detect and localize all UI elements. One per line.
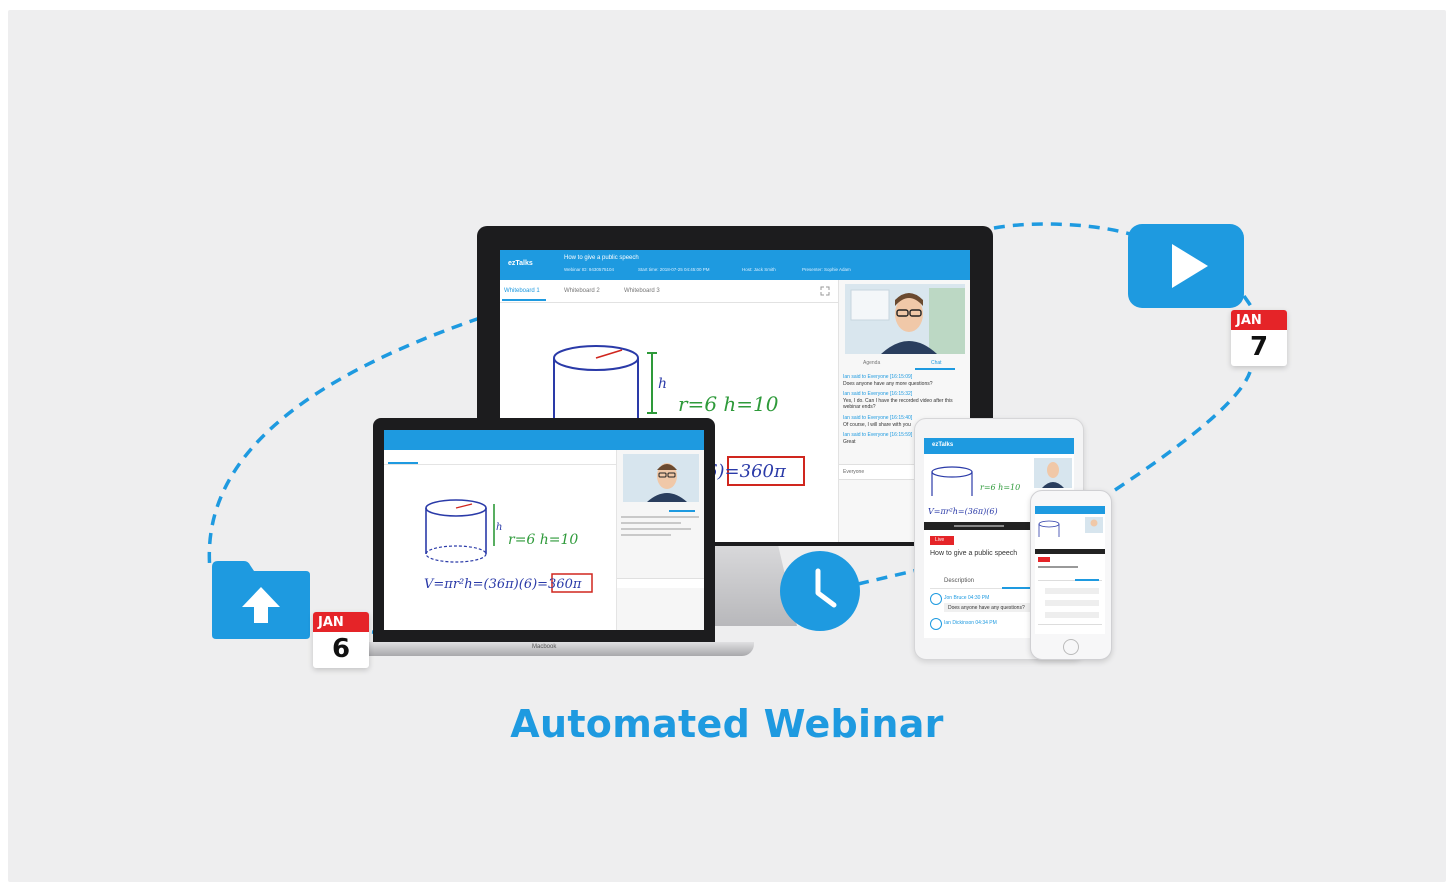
user-avatar (930, 593, 942, 605)
play-video-icon (1128, 224, 1244, 308)
tab-agenda[interactable]: Agenda (863, 360, 880, 366)
chat-meta: Ian said to Everyone [16:15:32] (843, 391, 913, 397)
chat-meta: Ian said to Everyone [16:15:40] (843, 415, 913, 421)
headline: Automated Webinar (510, 702, 944, 746)
fullscreen-icon[interactable] (820, 286, 830, 296)
tablet-progress-bar[interactable] (954, 525, 1004, 527)
upload-folder-icon (212, 561, 310, 639)
laptop-tabs (384, 450, 616, 465)
presenter-video (845, 284, 965, 354)
phone-header (1035, 506, 1105, 514)
comment-author: Ian Dickinson 04:34 PM (944, 620, 997, 626)
laptop-chat-indicator (669, 510, 695, 512)
phone-tab-indicator (1075, 579, 1099, 581)
svg-text:h: h (496, 522, 502, 533)
active-tab-indicator (502, 299, 546, 301)
user-avatar (930, 618, 942, 630)
tab-whiteboard-2[interactable]: Whiteboard 2 (564, 288, 600, 294)
phone-video (1038, 517, 1103, 537)
active-tab-indicator (388, 462, 418, 464)
brand-logo: ezTalks (508, 260, 533, 267)
calendar-icon: JAN 7 (1231, 310, 1287, 366)
svg-text:r=6 h=10: r=6 h=10 (980, 483, 1020, 492)
live-label: Live (935, 537, 945, 543)
host: Host: Jack Smith (742, 267, 776, 272)
laptop-presenter-video (623, 454, 699, 502)
phone-screen (1035, 506, 1105, 634)
phone-player-controls[interactable] (1035, 549, 1105, 554)
presenter: Presenter: Sophie Adam (802, 267, 851, 272)
chat-message: Yes, I do. Can I have the recorded video… (843, 398, 953, 410)
recipient-label: Everyone (843, 469, 865, 475)
phone-chat-bubble (1045, 612, 1099, 618)
laptop-chat-input[interactable] (617, 578, 704, 588)
laptop-side-panel (616, 450, 704, 630)
svg-text:h: h (658, 376, 667, 392)
live-badge: Live (930, 536, 954, 545)
clock-icon (780, 551, 860, 631)
phone-chat-bubble (1045, 600, 1099, 606)
calendar-month: JAN (1236, 313, 1262, 328)
laptop-whiteboard: h r=6 h=10 V=πr²h=(36π)(6)=360π (424, 499, 593, 593)
laptop-formula-volume: V=πr²h=(36π)(6)=360π (424, 577, 582, 592)
whiteboard-tabs: Whiteboard 1 Whiteboard 2 Whiteboard 3 (500, 280, 838, 303)
comment-author: Jon Bruce 04:30 PM (944, 595, 990, 601)
chat-line (621, 522, 681, 524)
webinar-title: How to give a public speech (564, 255, 639, 261)
formula-radius-height: r=6 h=10 (678, 392, 779, 416)
laptop-base: Macbook (344, 642, 754, 656)
chat-line (621, 534, 671, 536)
tab-description[interactable]: Description (944, 578, 974, 584)
chat-line (621, 516, 699, 518)
phone-title-line (1038, 566, 1078, 568)
phone-home-button[interactable] (1063, 639, 1079, 655)
chat-message: Does anyone have any more questions? (843, 381, 933, 387)
tab-whiteboard-3[interactable]: Whiteboard 3 (624, 288, 660, 294)
chat-message: Of course, I will share with you (843, 422, 911, 428)
calendar-month: JAN (318, 615, 344, 630)
phone-chat-input[interactable] (1038, 624, 1102, 631)
chat-meta: Ian said to Everyone [16:15:09] (843, 374, 913, 380)
phone-chat-bubble (1045, 588, 1099, 594)
laptop-formula-radius: r=6 h=10 (508, 532, 578, 548)
laptop-presenter-avatar (647, 463, 687, 502)
tablet-title: How to give a public speech (930, 550, 1018, 557)
monitor-header: ezTalks How to give a public speech Webi… (500, 250, 970, 280)
tablet-brand-logo: ezTalks (932, 442, 954, 448)
webinar-id: Webinar ID: 9430575104 (564, 267, 614, 272)
tablet-header: ezTalks (924, 438, 1074, 454)
calendar-day: 7 (1249, 332, 1269, 362)
tab-chat[interactable]: Chat (931, 360, 942, 366)
comment-text: Does anyone have any questions? (948, 605, 1025, 611)
laptop-label: Macbook (532, 644, 557, 650)
svg-text:V=πr²h=(36π)(6): V=πr²h=(36π)(6) (928, 507, 998, 516)
presenter-avatar (850, 288, 965, 354)
chat-meta: Ian said to Everyone [16:15:59] (843, 432, 913, 438)
start-time: Start time: 2018-07-25 04:45:00 PM (638, 267, 710, 272)
chat-tab-indicator (915, 368, 955, 370)
phone-live-badge (1038, 557, 1050, 562)
calendar-day: 6 (331, 634, 351, 664)
calendar-icon: JAN 6 (313, 612, 369, 668)
laptop-header (384, 430, 704, 450)
chat-message: Great (843, 439, 856, 445)
chat-line (621, 528, 691, 530)
tab-whiteboard-1[interactable]: Whiteboard 1 (504, 288, 540, 294)
laptop-screen: h r=6 h=10 V=πr²h=(36π)(6)=360π (384, 430, 704, 630)
